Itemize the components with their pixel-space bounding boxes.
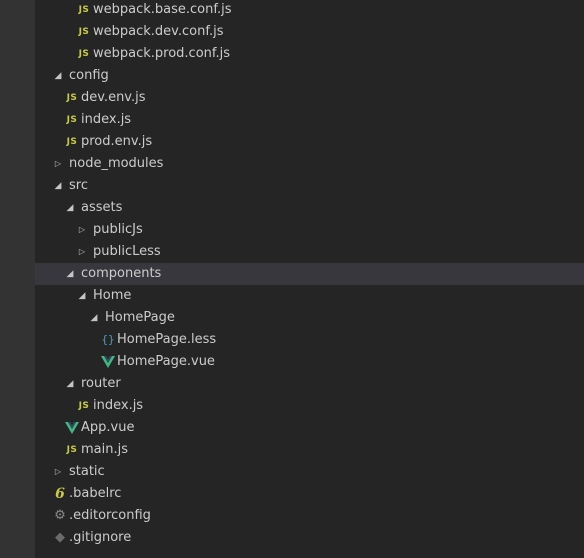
file-label: webpack.dev.conf.js (93, 24, 224, 39)
folder-label: publicJs (93, 222, 143, 237)
file-label: main.js (81, 442, 128, 457)
folder-label: components (81, 266, 162, 281)
folder-row[interactable]: ▷ static (35, 461, 584, 483)
js-file-icon: JS (66, 137, 78, 147)
git-file-icon: ◆ (55, 530, 65, 545)
file-explorer: JS webpack.base.conf.js JS webpack.dev.conf… (0, 0, 584, 558)
file-row[interactable]: HomePage.vue (35, 351, 584, 373)
folder-row[interactable]: ◢ HomePage (35, 307, 584, 329)
file-row[interactable]: JS webpack.dev.conf.js (35, 21, 584, 43)
folder-label: HomePage (105, 310, 175, 325)
folder-row[interactable]: ◢ config (35, 65, 584, 87)
file-label: index.js (81, 112, 132, 127)
js-file-icon: JS (78, 401, 90, 411)
expanded-chevron-icon[interactable]: ◢ (77, 285, 87, 307)
collapsed-chevron-icon[interactable]: ▷ (53, 461, 63, 483)
expanded-chevron-icon[interactable]: ◢ (65, 197, 75, 219)
file-label: index.js (93, 398, 144, 413)
folder-label: node_modules (69, 156, 164, 171)
collapsed-chevron-icon[interactable]: ▷ (53, 153, 63, 175)
file-row[interactable]: ◆ .gitignore (35, 527, 584, 549)
folder-label: assets (81, 200, 123, 215)
vue-file-icon (100, 351, 116, 373)
collapsed-chevron-icon[interactable]: ▷ (77, 219, 87, 241)
gear-file-icon: ⚙ (54, 508, 66, 523)
expanded-chevron-icon[interactable]: ◢ (65, 263, 75, 285)
folder-row[interactable]: ▷ publicJs (35, 219, 584, 241)
file-row[interactable]: JS prod.env.js (35, 131, 584, 153)
js-file-icon: JS (78, 5, 90, 15)
file-label: HomePage.vue (117, 354, 215, 369)
file-row[interactable]: JS main.js (35, 439, 584, 461)
less-file-icon: {} (101, 333, 115, 346)
activity-bar (0, 0, 35, 558)
folder-row[interactable]: ▷ publicLess (35, 241, 584, 263)
babel-file-icon: 6 (55, 486, 65, 502)
js-file-icon: JS (66, 93, 78, 103)
file-label: prod.env.js (81, 134, 153, 149)
file-tree: JS webpack.base.conf.js JS webpack.dev.conf… (35, 0, 584, 558)
js-file-icon: JS (78, 49, 90, 59)
file-row[interactable]: JS webpack.prod.conf.js (35, 43, 584, 65)
file-row[interactable]: ⚙ .editorconfig (35, 505, 584, 527)
file-label: webpack.prod.conf.js (93, 46, 231, 61)
file-row[interactable]: {} HomePage.less (35, 329, 584, 351)
folder-row[interactable]: ◢ router (35, 373, 584, 395)
expanded-chevron-icon[interactable]: ◢ (53, 65, 63, 87)
expanded-chevron-icon[interactable]: ◢ (53, 175, 63, 197)
file-row[interactable]: App.vue (35, 417, 584, 439)
file-row[interactable]: JS webpack.base.conf.js (35, 0, 584, 21)
folder-row[interactable]: ▷ node_modules (35, 153, 584, 175)
js-file-icon: JS (78, 27, 90, 37)
folder-label: router (81, 376, 121, 391)
folder-row[interactable]: ◢ Home (35, 285, 584, 307)
file-label: dev.env.js (81, 90, 146, 105)
file-label: .babelrc (69, 486, 122, 501)
folder-label: static (69, 464, 105, 479)
folder-row[interactable]: ◢ components (35, 263, 584, 285)
expanded-chevron-icon[interactable]: ◢ (89, 307, 99, 329)
file-label: .editorconfig (69, 508, 151, 523)
file-label: App.vue (81, 420, 135, 435)
folder-label: src (69, 178, 88, 193)
file-row[interactable]: JS index.js (35, 109, 584, 131)
file-label: .gitignore (69, 530, 132, 545)
collapsed-chevron-icon[interactable]: ▷ (77, 241, 87, 263)
folder-label: publicLess (93, 244, 161, 259)
expanded-chevron-icon[interactable]: ◢ (65, 373, 75, 395)
folder-row[interactable]: ◢ src (35, 175, 584, 197)
folder-label: Home (93, 288, 132, 303)
folder-row[interactable]: ◢ assets (35, 197, 584, 219)
js-file-icon: JS (66, 445, 78, 455)
folder-label: config (69, 68, 109, 83)
file-label: webpack.base.conf.js (93, 2, 232, 17)
file-row[interactable]: JS index.js (35, 395, 584, 417)
file-label: HomePage.less (117, 332, 217, 347)
js-file-icon: JS (66, 115, 78, 125)
file-row[interactable]: JS dev.env.js (35, 87, 584, 109)
file-row[interactable]: 6 .babelrc (35, 483, 584, 505)
vue-file-icon (64, 417, 80, 439)
